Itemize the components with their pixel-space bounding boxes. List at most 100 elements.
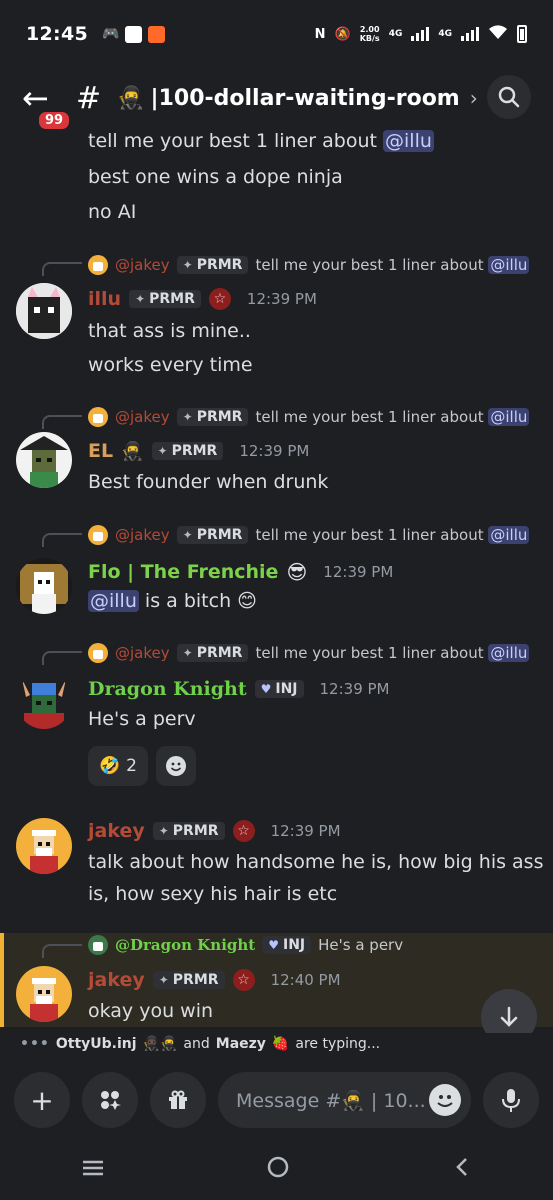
app-notification-icon (125, 25, 143, 43)
blush-emoji: 😊 (237, 590, 257, 612)
back-nav-button[interactable] (452, 1155, 472, 1186)
apps-icon (101, 1091, 121, 1110)
reply-avatar (88, 643, 108, 663)
avatar-jakey[interactable] (16, 966, 72, 1022)
typing-user: OttyUb.inj (55, 1036, 137, 1052)
timestamp: 12:39 PM (270, 822, 341, 840)
author-name[interactable]: illu (88, 288, 121, 310)
microphone-icon (502, 1089, 520, 1112)
reaction-button[interactable]: 🤣 2 (88, 746, 148, 786)
role-tag: ✦ PRMR (176, 526, 249, 544)
voice-message-button[interactable] (483, 1072, 539, 1128)
add-attachment-button[interactable]: + (14, 1072, 70, 1128)
channel-header: ← 99 # 🥷 |100-dollar-waiting-room › (0, 68, 553, 132)
reply-connector (42, 944, 82, 958)
search-button[interactable] (487, 75, 531, 119)
reply-text: He's a perv (318, 936, 404, 954)
network-type-2: 4G (438, 29, 452, 39)
avatar-flo[interactable] (16, 558, 72, 614)
gift-button[interactable] (150, 1072, 206, 1128)
mute-bell-icon: 🔕 (334, 26, 351, 42)
message-line: okay you win (88, 1000, 214, 1022)
message-feed[interactable]: tell me your best 1 liner about @illu be… (0, 128, 553, 1033)
avatar-illu[interactable] (16, 283, 72, 339)
message-header: Dragon Knight ♥ INJ 12:39 PM (88, 678, 390, 700)
search-icon (498, 86, 520, 108)
author-name[interactable]: Flo | The Frenchie (88, 561, 278, 583)
recent-apps-button[interactable] (81, 1155, 105, 1185)
apps-button[interactable] (82, 1072, 138, 1128)
game-controller-icon: 🎮 (101, 26, 120, 42)
reply-text: tell me your best 1 liner about @illu (255, 256, 530, 274)
timestamp: 12:40 PM (270, 971, 341, 989)
user-mention[interactable]: @illu (88, 590, 139, 612)
nfc-icon: N (314, 26, 326, 42)
star-badge-icon: ☆ (232, 969, 255, 991)
timestamp: 12:39 PM (246, 290, 317, 308)
strawberry-emoji: 🍓 (271, 1036, 290, 1052)
channel-title[interactable]: |100-dollar-waiting-room (151, 86, 460, 111)
add-reaction-icon (166, 756, 186, 776)
avatar-el[interactable] (16, 432, 72, 488)
ninja-emoji: 🥷 (117, 85, 145, 111)
home-button[interactable] (266, 1155, 290, 1186)
typing-text: and (183, 1036, 210, 1052)
heart-icon: ♥ (268, 938, 279, 952)
status-bar: 12:45 🎮 N 🔕 2.00 KB/s 4G 4G (0, 0, 553, 68)
reply-preview[interactable]: @jakey ✦ PRMR tell me your best 1 liner a… (88, 254, 530, 276)
reply-author: @Dragon Knight (115, 936, 256, 954)
reply-connector (42, 415, 82, 429)
plus-icon: + (30, 1083, 54, 1117)
reply-text: tell me your best 1 liner about @illu (255, 408, 530, 426)
status-time: 12:45 (26, 23, 88, 45)
reply-preview[interactable]: @jakey ✦ PRMR tell me your best 1 liner a… (88, 642, 530, 664)
message-line: @illu is a bitch 😊 (88, 590, 257, 612)
star-badge-icon: ☆ (208, 288, 231, 310)
avatar-jakey[interactable] (16, 818, 72, 874)
home-circle-icon (268, 1156, 289, 1177)
message-line: works every time (88, 354, 253, 376)
reply-avatar (88, 255, 108, 275)
message-line: talk about how handsome he is, how big h… (88, 851, 544, 873)
reply-author: @jakey (115, 644, 170, 662)
star-badge-icon: ☆ (232, 820, 255, 842)
menu-lines-icon (82, 1160, 103, 1176)
chevron-right-icon[interactable]: › (470, 86, 478, 110)
message-header: Flo | The Frenchie 😎 12:39 PM (88, 560, 393, 584)
message-input[interactable]: Message #🥷 | 10... (218, 1072, 471, 1128)
author-name[interactable]: EL (88, 440, 113, 462)
reply-preview[interactable]: @jakey ✦ PRMR tell me your best 1 liner a… (88, 524, 530, 546)
avatar-dragon-knight[interactable] (16, 673, 72, 729)
role-tag: ✦ PRMR (176, 644, 249, 662)
diamond-icon: ✦ (157, 444, 168, 458)
reply-author: @jakey (115, 526, 170, 544)
reply-preview[interactable]: @Dragon Knight ♥ INJ He's a perv (88, 934, 403, 956)
message-line: is, how sexy his hair is etc (88, 883, 338, 905)
reply-connector (42, 651, 82, 665)
message-placeholder: Message #🥷 | 10... (236, 1089, 426, 1112)
emoji-picker-button[interactable] (429, 1084, 461, 1116)
message-composer: + Message #🥷 | 10... (0, 1068, 553, 1132)
message-header: jakey ✦ PRMR ☆ 12:39 PM (88, 820, 341, 842)
reply-preview[interactable]: @jakey ✦ PRMR tell me your best 1 liner a… (88, 406, 530, 428)
author-name[interactable]: jakey (88, 820, 145, 842)
typing-text: are typing... (295, 1036, 381, 1052)
role-tag: ♥ INJ (262, 936, 312, 954)
heart-icon: ♥ (260, 682, 272, 696)
role-tag: ✦ PRMR (152, 971, 225, 989)
author-name[interactable]: Dragon Knight (88, 678, 247, 700)
flame-notification-icon (148, 25, 166, 43)
role-tag: ♥ INJ (254, 680, 304, 698)
user-mention[interactable]: @illu (383, 130, 434, 152)
back-button[interactable]: ← 99 (22, 79, 73, 132)
diamond-icon: ✦ (135, 292, 146, 306)
add-reaction-button[interactable] (156, 746, 196, 786)
reply-author: @jakey (115, 408, 170, 426)
diamond-icon: ✦ (182, 258, 193, 272)
message-line: best one wins a dope ninja (88, 166, 343, 188)
gift-icon (169, 1090, 187, 1109)
author-name[interactable]: jakey (88, 969, 145, 991)
role-tag: ✦ PRMR (129, 290, 201, 308)
message-header: illu ✦ PRMR ☆ 12:39 PM (88, 288, 317, 310)
battery-icon (517, 25, 527, 43)
